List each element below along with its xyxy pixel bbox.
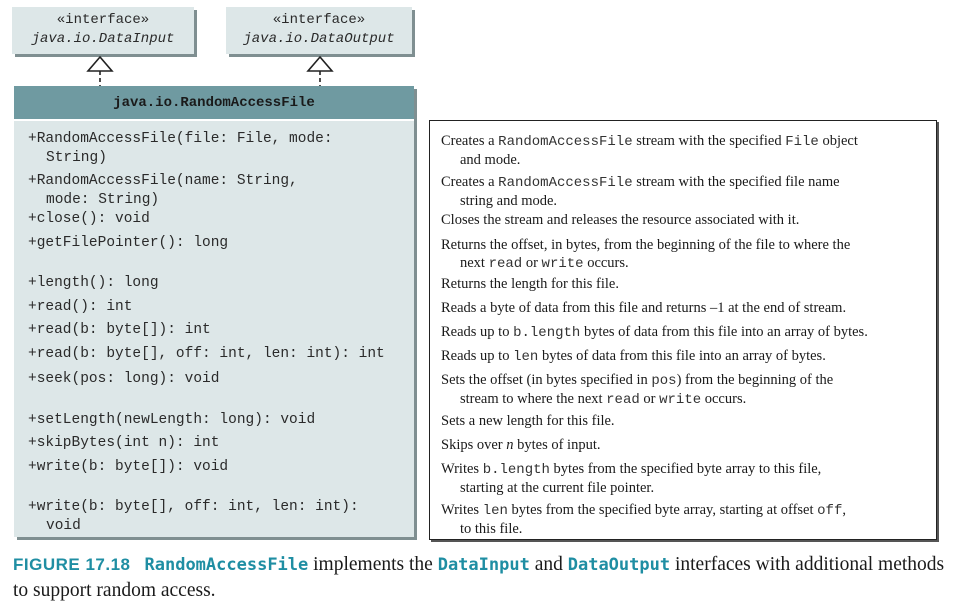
desc-code: off [817, 503, 843, 519]
desc-text: bytes of data from this file into an arr… [580, 324, 868, 340]
desc-text-cont: stream to where the next read or write o… [441, 390, 931, 409]
description-skipbytes: Skips over n bytes of input. [441, 436, 931, 454]
description-close: Closes the stream and releases the resou… [441, 211, 931, 229]
method-close: +close(): void [28, 211, 150, 227]
description-constructor-file: Creates a RandomAccessFile stream with t… [441, 132, 931, 169]
desc-text: bytes of input. [513, 437, 601, 453]
desc-text: Writes [441, 502, 483, 518]
description-length: Returns the length for this file. [441, 275, 931, 293]
method-setlength: +setLength(newLength: long): void [28, 412, 316, 428]
desc-code: len [513, 349, 539, 365]
method-write-array-offset: +write(b: byte[], off: int, len: int): v… [28, 498, 359, 536]
description-read-array-offset: Reads up to len bytes of data from this … [441, 347, 931, 366]
method-read: +read(): int [28, 299, 133, 315]
description-getfilepointer: Returns the offset, in bytes, from the b… [441, 236, 931, 273]
description-constructor-name: Creates a RandomAccessFile stream with t… [441, 173, 931, 210]
desc-text: Reads up to [441, 348, 514, 364]
class-name: java.io.RandomAccessFile [14, 86, 414, 119]
description-setlength: Sets a new length for this file. [441, 412, 931, 430]
method-line-cont: String) [46, 150, 107, 166]
class-box-randomaccessfile: java.io.RandomAccessFile +RandomAccessFi… [14, 86, 414, 537]
class-divider [14, 119, 414, 121]
caption-code: DataInput [437, 555, 530, 575]
caption-text: implements the [308, 554, 438, 575]
method-line: +RandomAccessFile(file: File, mode: [28, 131, 333, 147]
desc-text: Sets a new length for this file. [441, 413, 615, 429]
desc-text-cont: string and mode. [460, 193, 558, 209]
desc-text: Skips over [441, 437, 507, 453]
desc-text-cont: next read or write occurs. [441, 254, 931, 273]
desc-code: RandomAccessFile [498, 175, 633, 191]
method-descriptions-box: Creates a RandomAccessFile stream with t… [429, 120, 937, 540]
desc-text: Writes [441, 461, 483, 477]
method-skipbytes: +skipBytes(int n): int [28, 435, 220, 451]
desc-text-cont: to this file. [460, 521, 523, 537]
caption-text: and [529, 554, 568, 575]
desc-text: stream to where the next [460, 391, 607, 407]
desc-text-cont: starting at the current file pointer. [460, 480, 655, 496]
desc-text: Closes the stream and releases the resou… [441, 212, 800, 228]
desc-text: or [522, 255, 542, 271]
description-write-array: Writes b.length bytes from the specified… [441, 460, 931, 497]
desc-text: Creates a [441, 174, 499, 190]
desc-text: or [639, 391, 660, 407]
desc-code: write [541, 256, 584, 272]
method-seek: +seek(pos: long): void [28, 371, 220, 387]
desc-text: Reads up to [441, 324, 514, 340]
desc-text: Reads a byte of data from this file and … [441, 300, 847, 316]
desc-code: File [785, 134, 819, 150]
desc-italic: n [506, 437, 514, 453]
desc-text: occurs. [583, 255, 629, 271]
method-read-array: +read(b: byte[]): int [28, 322, 211, 338]
desc-text: Returns the length for this file. [441, 276, 619, 292]
desc-code: len [482, 503, 508, 519]
method-line: +write(b: byte[], off: int, len: int): [28, 499, 359, 515]
method-line-cont: mode: String) [46, 192, 160, 208]
description-write-array-offset: Writes len bytes from the specified byte… [441, 501, 931, 538]
desc-text: ) from the beginning of the [676, 372, 834, 388]
desc-text: next [460, 255, 489, 271]
realization-arrow-dataoutput [306, 55, 334, 86]
desc-text: Creates a [441, 133, 499, 149]
desc-text-cont: and mode. [460, 152, 521, 168]
method-line-cont: void [46, 518, 81, 534]
desc-text: bytes from the specified byte array to t… [549, 461, 822, 477]
desc-text: Sets the offset (in bytes specified in [441, 372, 652, 388]
method-line: +RandomAccessFile(name: String, [28, 173, 298, 189]
method-write-array: +write(b: byte[]): void [28, 459, 229, 475]
desc-text: Returns the offset, in bytes, from the b… [441, 237, 851, 253]
desc-text: object [818, 133, 858, 149]
desc-code: b.length [482, 462, 550, 478]
desc-text: stream with the specified [632, 133, 786, 149]
realization-arrows [86, 55, 334, 86]
description-read: Reads a byte of data from this file and … [441, 299, 931, 317]
desc-code: write [659, 392, 702, 408]
desc-code: b.length [513, 325, 581, 341]
realization-arrow-datainput [86, 55, 114, 86]
method-constructor-file: +RandomAccessFile(file: File, mode: Stri… [28, 130, 333, 168]
figure-caption: FIGURE 17.18 RandomAccessFile implements … [13, 552, 948, 604]
description-read-array: Reads up to b.length bytes of data from … [441, 323, 931, 342]
desc-code: RandomAccessFile [498, 134, 633, 150]
figure-label: FIGURE 17.18 [13, 555, 131, 574]
description-seek: Sets the offset (in bytes specified in p… [441, 371, 931, 409]
caption-code: DataOutput [567, 555, 671, 575]
method-getfilepointer: +getFilePointer(): long [28, 235, 229, 251]
desc-text: stream with the specified file name [632, 174, 840, 190]
desc-text: occurs. [701, 391, 747, 407]
desc-text: bytes from the specified byte array, sta… [507, 502, 818, 518]
desc-code: pos [651, 373, 677, 389]
method-read-array-offset: +read(b: byte[], off: int, len: int): in… [28, 346, 385, 362]
caption-code: RandomAccessFile [144, 555, 309, 575]
desc-code: read [606, 392, 640, 408]
method-constructor-name: +RandomAccessFile(name: String, mode: St… [28, 172, 298, 210]
method-length: +length(): long [28, 275, 159, 291]
desc-text: bytes of data from this file into an arr… [538, 348, 826, 364]
desc-text: , [842, 502, 846, 518]
desc-code: read [488, 256, 523, 272]
